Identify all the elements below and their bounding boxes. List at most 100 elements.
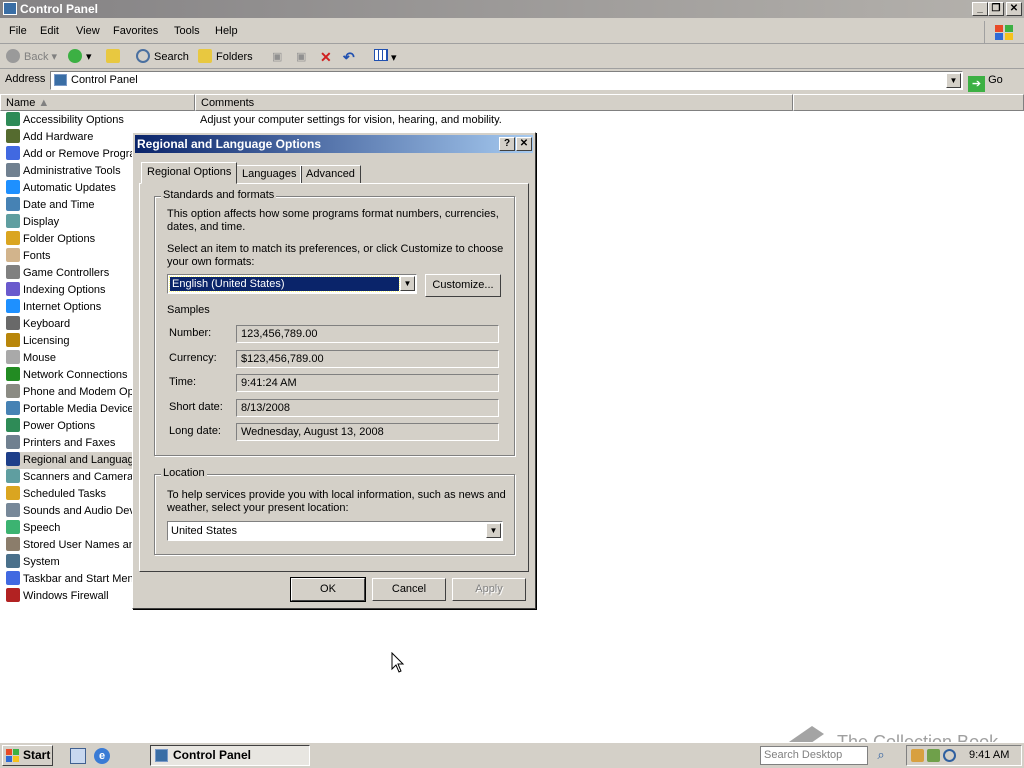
- list-item[interactable]: Licensing: [6, 333, 69, 350]
- undo-icon[interactable]: ↶: [343, 49, 355, 65]
- desktop-search-input[interactable]: Search Desktop: [760, 746, 868, 765]
- list-item-icon: [6, 571, 20, 585]
- list-item[interactable]: System: [6, 554, 60, 571]
- list-item-icon: [6, 486, 20, 500]
- list-item-icon: [6, 503, 20, 517]
- dialog-help-button[interactable]: ?: [499, 137, 515, 151]
- customize-button[interactable]: Customize...: [425, 274, 501, 297]
- apply-button[interactable]: Apply: [452, 578, 526, 601]
- list-item[interactable]: Taskbar and Start Men: [6, 571, 134, 588]
- list-item-icon: [6, 384, 20, 398]
- list-item[interactable]: Phone and Modem Opt: [6, 384, 137, 401]
- tab-languages[interactable]: Languages: [236, 165, 303, 184]
- search-button[interactable]: Search: [136, 49, 189, 65]
- list-item-name: Internet Options: [23, 301, 102, 313]
- column-header-empty[interactable]: [793, 94, 1024, 111]
- dialog-close-button[interactable]: ✕: [516, 137, 532, 151]
- list-item[interactable]: Game Controllers: [6, 265, 109, 282]
- list-item-icon: [6, 367, 20, 381]
- sample-value-field[interactable]: 123,456,789.00: [236, 325, 499, 343]
- list-item[interactable]: Sounds and Audio Dev: [6, 503, 135, 520]
- list-item[interactable]: Accessibility Options: [6, 112, 124, 129]
- regional-language-dialog: Regional and Language Options ? ✕ Region…: [132, 132, 536, 609]
- list-item[interactable]: Scanners and Cameras: [6, 469, 139, 486]
- menu-help[interactable]: Help: [215, 25, 238, 37]
- minimize-button[interactable]: _: [972, 2, 988, 16]
- sample-value-field[interactable]: 8/13/2008: [236, 398, 499, 417]
- close-button[interactable]: ✕: [1006, 2, 1022, 16]
- menu-edit[interactable]: Edit: [40, 25, 59, 37]
- sample-value-field[interactable]: $123,456,789.00: [236, 349, 499, 368]
- list-item[interactable]: Scheduled Tasks: [6, 486, 106, 503]
- sample-value-field[interactable]: 9:41:24 AM: [236, 374, 499, 392]
- move-to-button[interactable]: ▣: [272, 49, 282, 65]
- list-item-name: Taskbar and Start Men: [23, 573, 134, 585]
- column-header-name[interactable]: Name ▲: [0, 94, 195, 111]
- format-dropdown-button[interactable]: ▼: [400, 276, 415, 291]
- list-item-icon: [6, 214, 20, 228]
- views-button[interactable]: ▾: [374, 49, 397, 65]
- list-item[interactable]: Folder Options: [6, 231, 95, 248]
- address-label: Address: [5, 73, 46, 85]
- list-item[interactable]: Power Options: [6, 418, 95, 435]
- list-item[interactable]: Printers and Faxes: [6, 435, 115, 452]
- location-dropdown-button[interactable]: ▼: [486, 523, 501, 538]
- list-item[interactable]: Regional and Language: [6, 452, 140, 469]
- ok-button[interactable]: OK: [290, 577, 366, 602]
- list-item[interactable]: Date and Time: [6, 197, 95, 214]
- list-item[interactable]: Fonts: [6, 248, 51, 265]
- list-item[interactable]: Keyboard: [6, 316, 70, 333]
- dialog-title: Regional and Language Options: [137, 137, 322, 151]
- copy-to-button[interactable]: ▣: [296, 49, 306, 65]
- list-item[interactable]: Automatic Updates: [6, 180, 116, 197]
- location-legend: Location: [161, 467, 207, 479]
- menu-view[interactable]: View: [76, 25, 100, 37]
- restore-button[interactable]: ❐: [988, 2, 1004, 16]
- list-item[interactable]: Windows Firewall: [6, 588, 109, 605]
- start-button[interactable]: Start: [2, 745, 53, 766]
- forward-button[interactable]: ▾: [68, 49, 92, 65]
- list-item[interactable]: Add Hardware: [6, 129, 93, 146]
- list-item[interactable]: Display: [6, 214, 59, 231]
- list-item-name: Date and Time: [23, 199, 95, 211]
- search-icon[interactable]: ⌕: [872, 747, 890, 765]
- up-folder-button[interactable]: [106, 49, 124, 65]
- list-item-name: Portable Media Devices: [23, 403, 140, 415]
- location-select[interactable]: United States ▼: [167, 521, 503, 541]
- column-header-comments[interactable]: Comments: [195, 94, 793, 111]
- folders-button[interactable]: Folders: [198, 49, 253, 65]
- list-item[interactable]: Stored User Names and: [6, 537, 141, 554]
- delete-icon[interactable]: ✕: [320, 49, 332, 65]
- sample-value-field[interactable]: Wednesday, August 13, 2008: [236, 423, 499, 441]
- list-item[interactable]: Indexing Options: [6, 282, 106, 299]
- back-button[interactable]: Back ▾: [6, 49, 57, 65]
- list-item[interactable]: Internet Options: [6, 299, 101, 316]
- window-titlebar[interactable]: Control Panel _ ❐ ✕: [0, 0, 1024, 18]
- tab-regional-options[interactable]: Regional Options: [141, 162, 238, 184]
- menu-favorites[interactable]: Favorites: [113, 25, 158, 37]
- sample-label: Long date:: [169, 425, 221, 437]
- show-desktop-icon[interactable]: [70, 748, 86, 764]
- list-item[interactable]: Speech: [6, 520, 60, 537]
- list-item[interactable]: Administrative Tools: [6, 163, 121, 180]
- list-item[interactable]: Portable Media Devices: [6, 401, 139, 418]
- tray-search-icon[interactable]: [943, 749, 956, 762]
- address-dropdown-button[interactable]: ▼: [946, 73, 961, 88]
- list-item[interactable]: Mouse: [6, 350, 56, 367]
- tab-advanced[interactable]: Advanced: [300, 165, 361, 184]
- format-select[interactable]: English (United States) ▼: [167, 274, 417, 294]
- menu-file[interactable]: File: [9, 25, 27, 37]
- go-button[interactable]: ➔ Go: [968, 71, 1003, 92]
- tray-network-icon[interactable]: [911, 749, 924, 762]
- internet-explorer-icon[interactable]: e: [94, 748, 110, 764]
- list-item-name: Scheduled Tasks: [23, 488, 106, 500]
- tray-security-icon[interactable]: [927, 749, 940, 762]
- dialog-titlebar[interactable]: Regional and Language Options ? ✕: [135, 135, 533, 153]
- back-arrow-icon: [6, 49, 20, 63]
- cancel-button[interactable]: Cancel: [372, 578, 446, 601]
- list-item[interactable]: Network Connections: [6, 367, 128, 384]
- menu-tools[interactable]: Tools: [174, 25, 200, 37]
- list-item[interactable]: Add or Remove Progra: [6, 146, 136, 163]
- taskbar-item-control-panel[interactable]: Control Panel: [150, 745, 310, 766]
- address-input[interactable]: Control Panel ▼: [50, 71, 963, 90]
